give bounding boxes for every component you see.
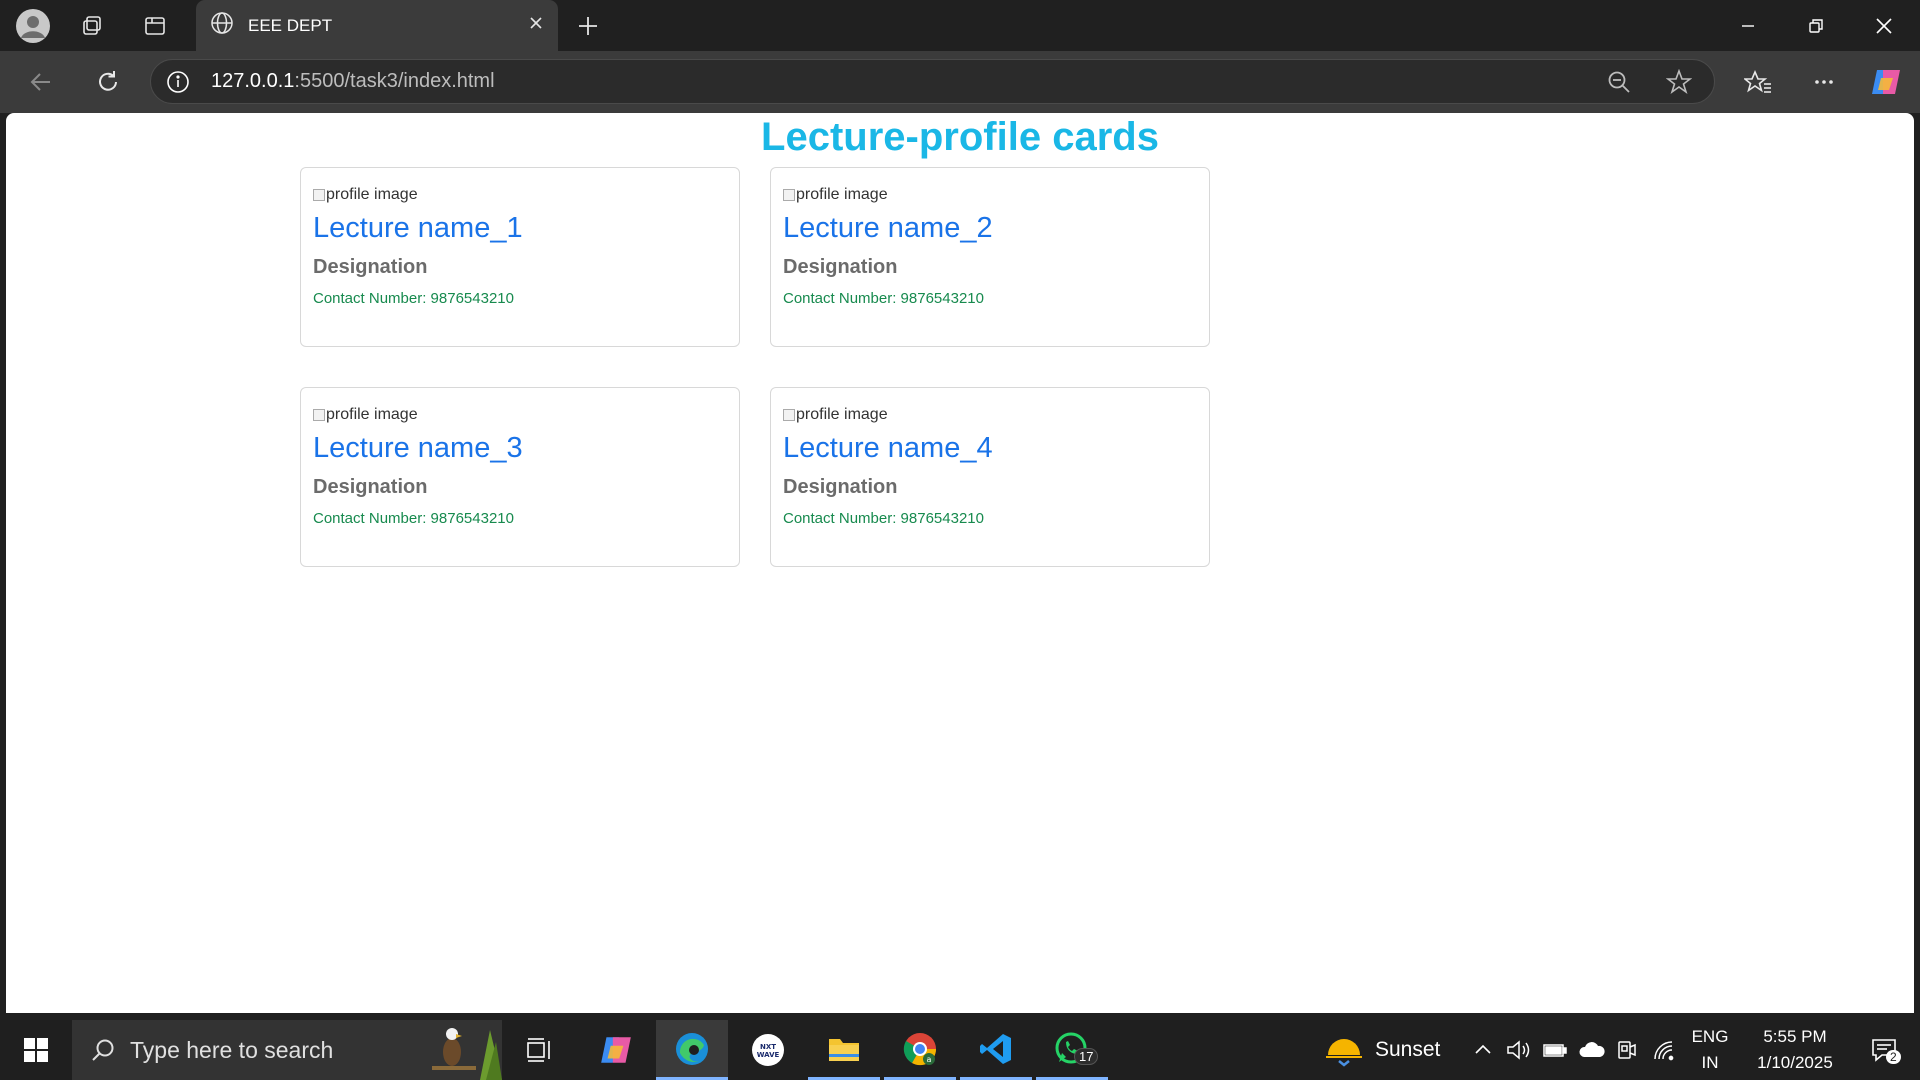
input-language-indicator[interactable]: ENG IN: [1690, 1020, 1730, 1080]
profile-image: profile image: [783, 186, 888, 204]
address-bar[interactable]: 127.0.0.1:5500/task3/index.html: [150, 59, 1715, 104]
broken-image-icon: [783, 409, 795, 421]
edge-taskbar-icon[interactable]: [656, 1020, 728, 1080]
search-icon: [90, 1037, 116, 1063]
site-info-icon[interactable]: [151, 70, 205, 94]
region-code: IN: [1701, 1053, 1719, 1072]
profile-image: profile image: [313, 406, 418, 424]
copilot-icon[interactable]: [1864, 60, 1908, 104]
weather-label: Sunset: [1375, 1038, 1441, 1061]
onedrive-cloud-icon[interactable]: [1578, 1020, 1606, 1080]
profile-image-alt: profile image: [326, 406, 418, 423]
svg-text:WAVE: WAVE: [757, 1051, 780, 1059]
browser-toolbar: 127.0.0.1:5500/task3/index.html: [0, 51, 1920, 113]
close-tab-icon[interactable]: [528, 15, 544, 36]
profile-card: profile image Lecture name_3 Designation…: [300, 387, 740, 567]
favorites-icon[interactable]: [1736, 60, 1780, 104]
tab-title: EEE DEPT: [248, 15, 333, 35]
nxtwave-taskbar-icon[interactable]: NXT WAVE: [732, 1020, 804, 1080]
new-tab-icon[interactable]: [566, 4, 610, 48]
close-window-icon[interactable]: [1850, 0, 1918, 51]
show-hidden-icons[interactable]: [1472, 1020, 1494, 1080]
file-explorer-icon[interactable]: [808, 1020, 880, 1080]
notification-center-icon[interactable]: 2: [1856, 1020, 1912, 1080]
profile-image-alt: profile image: [326, 186, 418, 203]
lecturer-name: Lecture name_1: [313, 212, 523, 244]
sunset-weather-icon: [1325, 1033, 1363, 1067]
language-code: ENG: [1691, 1027, 1729, 1046]
url-text: 127.0.0.1:5500/task3/index.html: [211, 70, 495, 93]
copilot-taskbar-icon[interactable]: [580, 1020, 652, 1080]
profile-avatar-icon[interactable]: [11, 4, 55, 48]
weather-widget[interactable]: Sunset: [1325, 1020, 1440, 1080]
contact-number: Contact Number: 9876543210: [313, 290, 514, 307]
lecturer-name: Lecture name_2: [783, 212, 993, 244]
clock-date: 1/10/2025: [1757, 1053, 1833, 1072]
refresh-icon[interactable]: [86, 60, 130, 104]
tab-eee-dept[interactable]: EEE DEPT: [196, 0, 558, 51]
profile-image-alt: profile image: [796, 406, 888, 423]
windows-start-icon[interactable]: [0, 1020, 72, 1080]
contact-number: Contact Number: 9876543210: [783, 290, 984, 307]
taskbar-search-box[interactable]: Type here to search: [72, 1020, 502, 1080]
more-options-icon[interactable]: [1802, 60, 1846, 104]
browser-title-bar: EEE DEPT: [0, 0, 1920, 51]
profile-image-alt: profile image: [796, 186, 888, 203]
url-host: 127.0.0.1: [211, 70, 295, 92]
battery-icon[interactable]: [1542, 1020, 1568, 1080]
windows-taskbar: Type here to search NXTWAVE a 17 Sunset: [0, 1020, 1920, 1080]
zoom-out-icon[interactable]: [1606, 69, 1632, 101]
globe-icon: [210, 11, 234, 40]
designation: Designation: [783, 476, 898, 498]
designation: Designation: [313, 476, 428, 498]
back-icon[interactable]: [19, 60, 63, 104]
url-path: :5500/task3/index.html: [294, 70, 495, 92]
task-view-icon[interactable]: [504, 1020, 576, 1080]
profile-card: profile image Lecture name_4 Designation…: [770, 387, 1210, 567]
workspaces-icon[interactable]: [70, 4, 114, 48]
web-page-content: Lecture-profile cards profile image Lect…: [6, 113, 1914, 1013]
favorite-star-icon[interactable]: [1665, 68, 1693, 101]
page-heading: Lecture-profile cards: [761, 115, 1159, 159]
eagle-search-highlight-icon: [402, 1020, 502, 1080]
notification-count-badge: 2: [1886, 1050, 1901, 1064]
designation: Designation: [783, 256, 898, 278]
clock-time: 5:55 PM: [1763, 1027, 1827, 1046]
svg-text:NXT: NXT: [760, 1043, 776, 1051]
designation: Designation: [313, 256, 428, 278]
contact-number: Contact Number: 9876543210: [313, 510, 514, 527]
svg-text:a: a: [927, 1055, 932, 1064]
broken-image-icon: [313, 409, 325, 421]
minimize-icon[interactable]: [1714, 0, 1782, 51]
volume-icon[interactable]: [1506, 1020, 1532, 1080]
wifi-icon[interactable]: [1652, 1020, 1676, 1080]
profile-card: profile image Lecture name_2 Designation…: [770, 167, 1210, 347]
camera-usage-icon[interactable]: [1616, 1020, 1638, 1080]
lecturer-name: Lecture name_3: [313, 432, 523, 464]
chrome-taskbar-icon[interactable]: a: [884, 1020, 956, 1080]
whatsapp-taskbar-icon[interactable]: 17: [1036, 1020, 1108, 1080]
lecturer-name: Lecture name_4: [783, 432, 993, 464]
clock[interactable]: 5:55 PM 1/10/2025: [1745, 1020, 1845, 1080]
tab-actions-icon[interactable]: [133, 4, 177, 48]
whatsapp-unread-badge: 17: [1074, 1048, 1099, 1065]
search-placeholder: Type here to search: [130, 1036, 334, 1063]
profile-card: profile image Lecture name_1 Designation…: [300, 167, 740, 347]
broken-image-icon: [313, 189, 325, 201]
broken-image-icon: [783, 189, 795, 201]
restore-icon[interactable]: [1782, 0, 1850, 51]
vscode-taskbar-icon[interactable]: [960, 1020, 1032, 1080]
profile-image: profile image: [783, 406, 888, 424]
profile-image: profile image: [313, 186, 418, 204]
contact-number: Contact Number: 9876543210: [783, 510, 984, 527]
